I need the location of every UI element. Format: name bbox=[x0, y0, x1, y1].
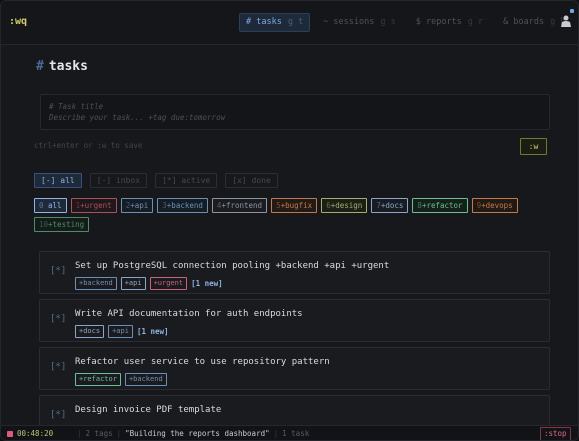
tag-label: +testing bbox=[48, 220, 85, 229]
tag-number: 6 bbox=[326, 201, 331, 210]
app-window: :wq # tasks g t ~ sessions g s $ reports g … bbox=[0, 0, 579, 441]
tab-label: # tasks bbox=[246, 17, 282, 27]
task-title: Design invoice PDF template bbox=[75, 405, 222, 415]
task-tags: +docs +api [1 new] bbox=[75, 325, 169, 338]
save-hint: ctrl+enter or :w to save bbox=[34, 141, 143, 150]
tag-filter-0[interactable]: 0 all bbox=[34, 198, 67, 213]
new-comments-badge: [1 new] bbox=[191, 279, 223, 288]
tab-shortcut: g s bbox=[380, 17, 396, 27]
tag-filter-8[interactable]: 8+refactor bbox=[412, 198, 468, 213]
task-tag-chip[interactable]: +api bbox=[108, 325, 133, 338]
tag-label: +urgent bbox=[80, 201, 112, 210]
tag-filter-5[interactable]: 5+bugfix bbox=[271, 198, 318, 213]
filter-done[interactable]: [x] done bbox=[225, 173, 278, 188]
task-tags: +backend +api +urgent [1 new] bbox=[75, 277, 223, 290]
new-comments-badge: [1 new] bbox=[136, 327, 169, 336]
task-count: 1 task bbox=[282, 429, 310, 438]
tab-shortcut: g r bbox=[467, 17, 484, 27]
task-tag-chip[interactable]: +docs bbox=[75, 325, 105, 338]
tag-number: 8 bbox=[417, 201, 422, 210]
stop-button[interactable]: :stop bbox=[540, 427, 571, 440]
notification-dot bbox=[570, 9, 574, 13]
tab-shortcut: g t bbox=[287, 17, 304, 27]
tag-label: +design bbox=[330, 201, 363, 210]
session-info: | 2 tags | "Building the reports dashboard"… bbox=[77, 429, 310, 438]
tag-filters: 0 all 1+urgent 2+api 3+backend 4+frontend 5+b… bbox=[34, 198, 554, 232]
tab-label: $ reports bbox=[415, 17, 462, 27]
session-description: "Building the reports dashboard" bbox=[125, 429, 270, 438]
tag-number: 9 bbox=[476, 201, 482, 210]
task-card[interactable]: [*] Refactor user service to use reposito… bbox=[39, 347, 550, 390]
task-tags: +refactor +backend bbox=[75, 373, 167, 386]
task-status-checkbox[interactable]: [*] bbox=[50, 410, 66, 420]
task-card[interactable]: [*] Write API documentation for auth endp… bbox=[39, 299, 550, 342]
top-bar: :wq # tasks g t ~ sessions g s $ reports g … bbox=[1, 1, 578, 45]
task-tag-chip[interactable]: +refactor bbox=[75, 373, 121, 386]
task-composer-input[interactable]: # Task title Describe your task... +tag … bbox=[40, 94, 550, 130]
composer-desc-placeholder: Describe your task... +tag due:tomorrow bbox=[49, 113, 226, 122]
tag-filter-6[interactable]: 6+design bbox=[321, 198, 368, 213]
tag-label: +refactor bbox=[421, 201, 463, 210]
filter-active[interactable]: [*] active bbox=[155, 173, 218, 188]
task-card[interactable]: [*] Set up PostgreSQL connection pooling … bbox=[39, 251, 550, 294]
recording-icon bbox=[7, 431, 13, 437]
tab-sessions[interactable]: ~ sessions g s bbox=[316, 13, 403, 32]
tag-label: +backend bbox=[166, 201, 203, 210]
tag-filter-3[interactable]: 3+backend bbox=[157, 198, 208, 213]
task-title: Refactor user service to use repository … bbox=[75, 357, 330, 367]
title-hash: # bbox=[36, 59, 44, 74]
task-status-checkbox[interactable]: [*] bbox=[50, 362, 66, 372]
tag-filter-9[interactable]: 9+devops bbox=[471, 198, 518, 213]
tag-number: 5 bbox=[276, 201, 281, 210]
filter-all[interactable]: [-] all bbox=[34, 173, 82, 188]
tag-filter-1[interactable]: 1+urgent bbox=[70, 198, 117, 213]
tag-number: 4 bbox=[216, 201, 222, 210]
main-nav: # tasks g t ~ sessions g s $ reports g r & … bbox=[239, 13, 572, 32]
tag-label: all bbox=[48, 201, 62, 210]
session-timer: 00:48:20 bbox=[17, 429, 54, 438]
tag-number: 7 bbox=[376, 201, 381, 210]
tab-label: & boards bbox=[503, 17, 545, 27]
tab-label: ~ sessions bbox=[323, 17, 375, 27]
app-brand[interactable]: :wq bbox=[9, 16, 27, 27]
title-text: tasks bbox=[48, 59, 88, 74]
save-button[interactable]: :w bbox=[520, 138, 547, 155]
task-title: Set up PostgreSQL connection pooling +ba… bbox=[75, 261, 390, 271]
tags-count: 2 tags bbox=[85, 429, 113, 438]
tag-number: 0 bbox=[39, 201, 44, 210]
tag-filter-7[interactable]: 7+docs bbox=[371, 198, 409, 213]
tag-filter-10[interactable]: 10+testing bbox=[34, 217, 90, 232]
composer-title-placeholder: # Task title bbox=[49, 102, 104, 111]
tag-number: 10 bbox=[39, 220, 49, 229]
tag-label: +frontend bbox=[221, 201, 263, 210]
tag-filter-2[interactable]: 2+api bbox=[120, 198, 154, 213]
page-title: # tasks bbox=[36, 59, 88, 74]
status-bar: 00:48:20 | 2 tags | "Building the reports d… bbox=[1, 425, 578, 440]
tag-label: +bugfix bbox=[280, 201, 313, 210]
task-status-checkbox[interactable]: [*] bbox=[50, 314, 66, 324]
tag-filter-4[interactable]: 4+frontend bbox=[211, 198, 268, 213]
task-tag-chip[interactable]: +backend bbox=[124, 373, 167, 386]
task-title: Write API documentation for auth endpoin… bbox=[75, 309, 303, 319]
tag-label: +docs bbox=[380, 201, 404, 210]
task-status-checkbox[interactable]: [*] bbox=[50, 266, 66, 276]
tag-label: +api bbox=[130, 201, 149, 210]
status-filters: [-] all [-] inbox [*] active [x] done bbox=[34, 173, 278, 188]
user-icon[interactable] bbox=[561, 15, 571, 27]
task-tag-chip[interactable]: +api bbox=[120, 277, 146, 290]
task-tag-chip[interactable]: +urgent bbox=[149, 277, 188, 290]
tag-label: +devops bbox=[481, 201, 513, 210]
tab-tasks[interactable]: # tasks g t bbox=[239, 13, 311, 32]
tag-number: 2 bbox=[125, 201, 131, 210]
tag-number: 3 bbox=[162, 201, 167, 210]
tab-reports[interactable]: $ reports g r bbox=[409, 13, 490, 32]
filter-inbox[interactable]: [-] inbox bbox=[89, 173, 148, 188]
task-tag-chip[interactable]: +backend bbox=[75, 277, 117, 290]
tag-number: 1 bbox=[75, 201, 81, 210]
